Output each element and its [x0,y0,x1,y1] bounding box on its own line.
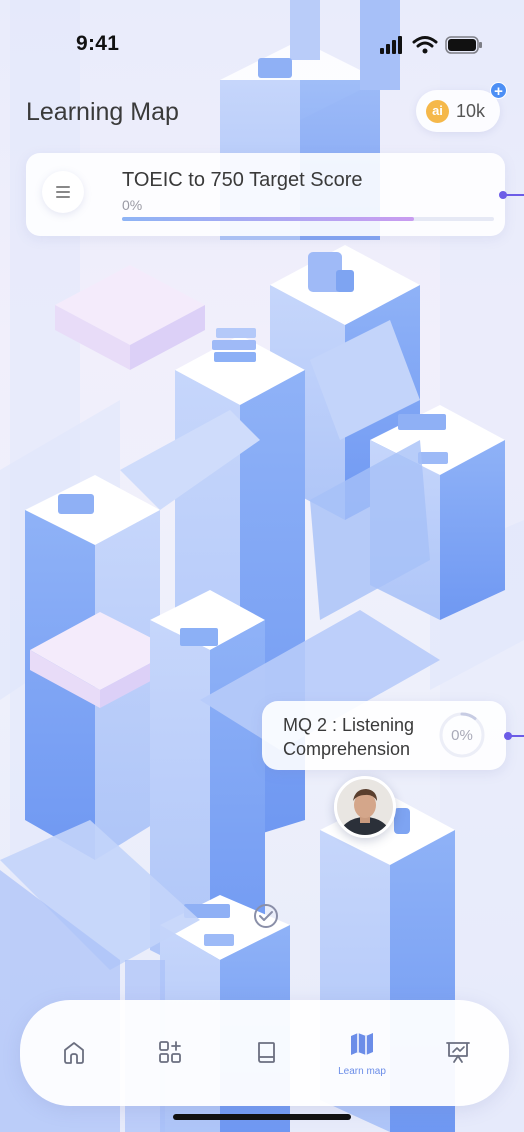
nav-item-home[interactable] [26,1000,122,1106]
nav-label-learn-map: Learn map [338,1066,386,1077]
nav-item-book[interactable] [218,1000,314,1106]
signal-icon [380,36,402,54]
home-icon [64,1042,84,1064]
learning-map-screen: 9:41 Learning Map ai 10k + TOEIC to 750 … [0,0,524,1132]
battery-icon [445,36,482,54]
target-progress-text: 0% [122,197,143,213]
nav-item-practice[interactable] [122,1000,218,1106]
target-score-card[interactable]: TOEIC to 750 Target Score 0% [26,153,505,236]
user-avatar[interactable] [334,776,396,838]
milestone-card[interactable]: MQ 2 : Listening Comprehension 0% [262,701,506,770]
plus-icon[interactable]: + [490,82,507,100]
coin-count: 10k [456,101,486,121]
milestone-connector [500,732,524,740]
target-progress-fill [122,217,414,221]
status-icons [380,36,482,54]
home-indicator [173,1114,351,1120]
grid-add-icon [159,1041,181,1063]
status-bar: 9:41 [0,0,524,90]
nav-item-progress[interactable] [410,1000,506,1106]
menu-button[interactable] [42,171,84,213]
target-connector [499,191,524,199]
map-icon [351,1033,373,1055]
ai-coin-icon: ai [426,100,449,123]
avatar-portrait [337,779,393,835]
coin-balance-chip[interactable]: ai 10k [416,90,500,132]
bottom-nav: Learn map [20,1000,509,1106]
target-progress-bar [122,217,494,221]
milestone-title: MQ 2 : Listening Comprehension [283,715,415,759]
status-time: 9:41 [76,32,120,55]
nav-item-learn-map[interactable]: Learn map [314,1000,410,1106]
presentation-chart-icon [446,1042,470,1063]
target-title: TOEIC to 750 Target Score [122,169,363,191]
wifi-icon [412,36,438,54]
page-title: Learning Map [26,98,179,126]
milestone-progress-text: 0% [451,727,473,744]
book-icon [258,1042,275,1063]
menu-icon [56,186,70,188]
